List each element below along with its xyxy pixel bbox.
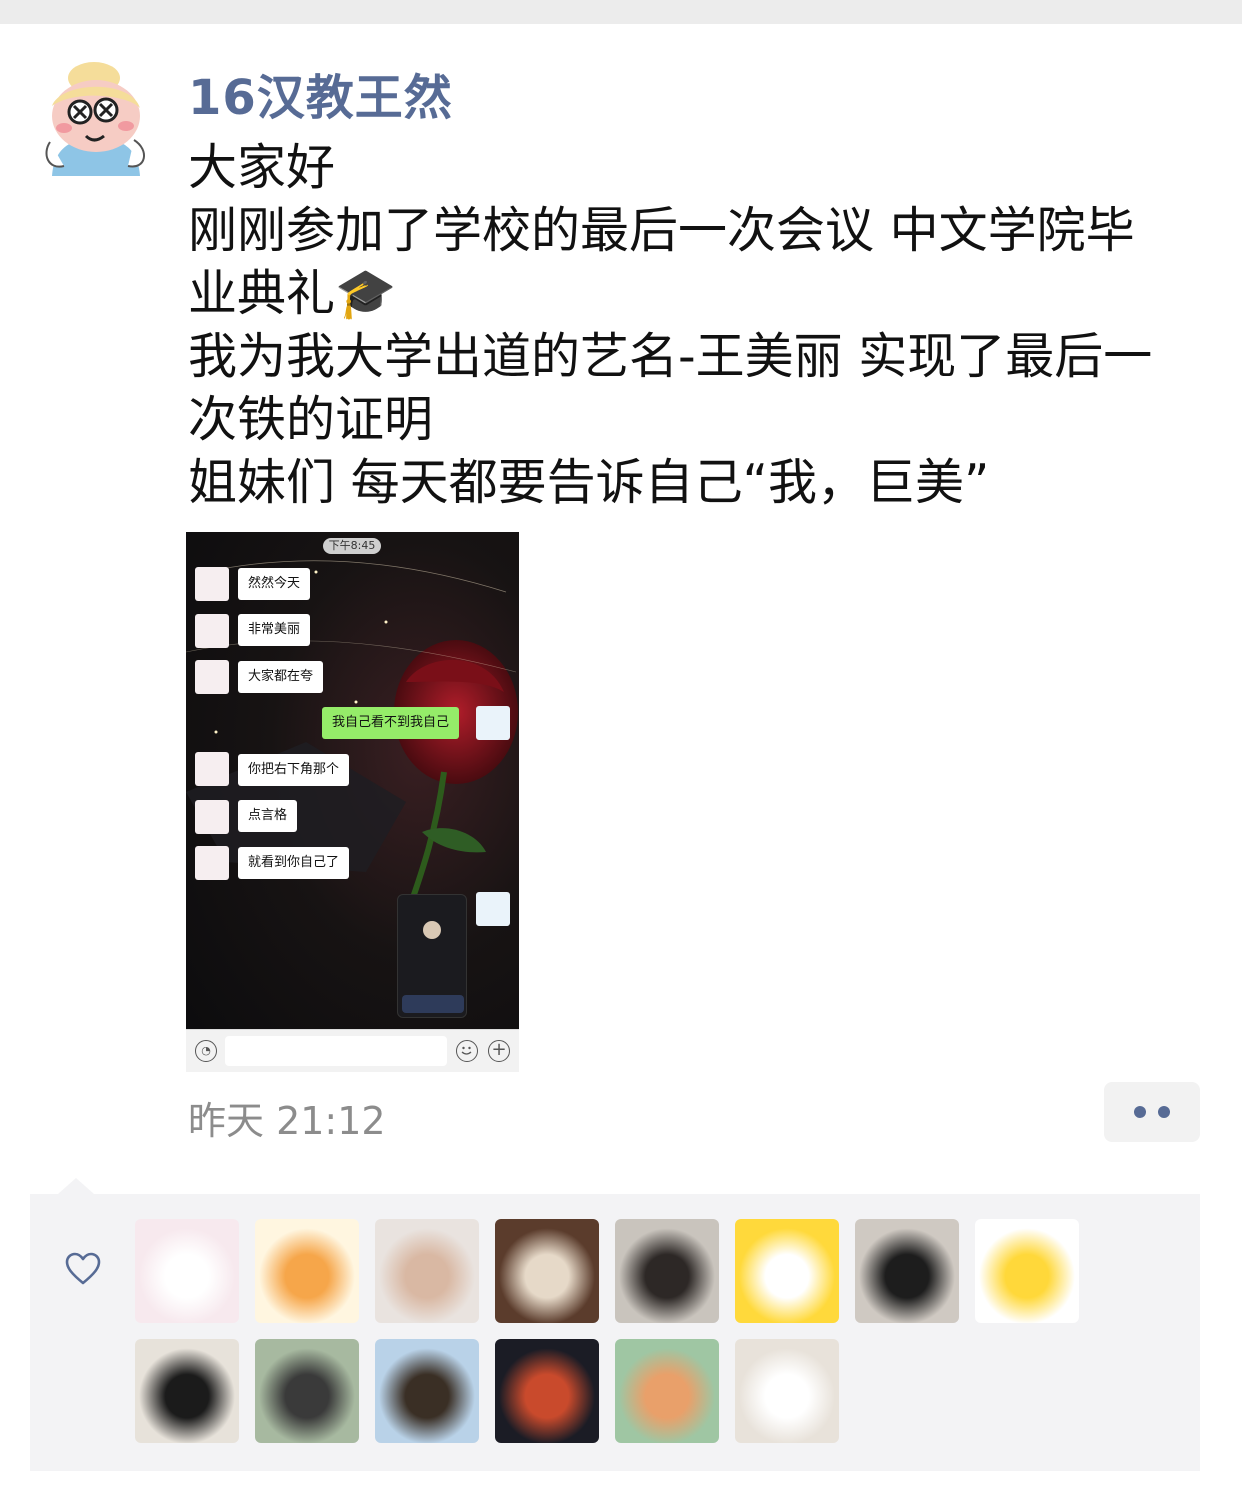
post-text-line: 业典礼🎓 (188, 265, 397, 322)
likes-pointer (58, 1178, 94, 1194)
heart-outline-icon (65, 1252, 101, 1285)
post-text-line: 次铁的证明 (188, 391, 434, 448)
emoji-icon (456, 1040, 478, 1062)
liker-avatar-boy-red-jacket[interactable] (495, 1339, 599, 1443)
call-avatar (423, 921, 441, 939)
voice-icon: ◔ (195, 1040, 217, 1062)
post-image[interactable]: 下午8:45 然然今天 非常美丽 大家都在夸 我自己看不到我自己 你把右下角那个… (186, 532, 519, 1072)
more-actions-button[interactable] (1104, 1082, 1200, 1142)
chat-bubble-self: 我自己看不到我自己 (322, 707, 460, 739)
liker-avatar-man-portrait[interactable] (615, 1219, 719, 1323)
self-avatar (476, 706, 510, 740)
dot-icon (1134, 1106, 1146, 1118)
liker-avatar-girl-mask[interactable] (255, 1339, 359, 1443)
author-avatar[interactable] (34, 54, 158, 178)
liker-avatar-white-puppy[interactable] (135, 1219, 239, 1323)
cartoon-avatar-icon (34, 54, 158, 178)
self-avatar (476, 892, 510, 926)
call-controls (402, 995, 464, 1013)
contact-avatar (195, 660, 229, 694)
liker-avatar-girl-surprised[interactable] (375, 1219, 479, 1323)
rose-background-image (186, 560, 518, 913)
contact-avatar (195, 800, 229, 834)
chat-bubble: 就看到你自己了 (238, 847, 350, 879)
likes-panel (30, 1194, 1200, 1471)
contact-avatar (195, 614, 229, 648)
contact-avatar (195, 567, 229, 601)
chat-bubble: 非常美丽 (238, 614, 311, 646)
dot-icon (1158, 1106, 1170, 1118)
contact-avatar (195, 846, 229, 880)
liker-avatar-watermelon-cartoon[interactable] (255, 1219, 359, 1323)
message-field (225, 1036, 447, 1066)
post-text-line: 我为我大学出道的艺名-王美丽 实现了最后一 (188, 328, 1153, 385)
chat-bubble: 然然今天 (238, 568, 311, 600)
post-text-line: 大家好 (188, 139, 336, 196)
contact-avatar (195, 752, 229, 786)
liker-avatar-moomin-cartoon[interactable] (735, 1339, 839, 1443)
post-text-line: 姐妹们 每天都要告诉自己“我，巨美” (188, 454, 990, 511)
post-text-line: 刚刚参加了学校的最后一次会议 中文学院毕 (188, 202, 1135, 259)
post-text: 大家好 刚刚参加了学校的最后一次会议 中文学院毕 业典礼🎓 我为我大学出道的艺名… (188, 136, 1218, 514)
liker-avatar-pikachu-pair[interactable] (975, 1219, 1079, 1323)
liker-avatar-bench-lake[interactable] (375, 1339, 479, 1443)
liker-avatar-deer-painting[interactable] (615, 1339, 719, 1443)
plus-icon: + (488, 1040, 510, 1062)
chat-bubble: 大家都在夸 (238, 661, 324, 693)
post-timestamp: 昨天 21:12 (188, 1099, 386, 1143)
liker-avatar-black-bag[interactable] (135, 1339, 239, 1443)
chat-bubble: 点言格 (238, 800, 298, 832)
liker-avatar-boy-sunglasses[interactable] (855, 1219, 959, 1323)
floating-call-window (397, 894, 467, 1018)
author-name[interactable]: 16汉教王然 (188, 58, 453, 128)
liker-avatar-person-with-cat[interactable] (495, 1219, 599, 1323)
status-time: 下午8:45 (323, 538, 381, 554)
chat-bubble: 你把右下角那个 (238, 754, 350, 786)
liker-avatar-duck-cartoon[interactable] (735, 1219, 839, 1323)
chat-input-bar: ◔ + (186, 1029, 519, 1072)
top-divider (0, 0, 1242, 24)
